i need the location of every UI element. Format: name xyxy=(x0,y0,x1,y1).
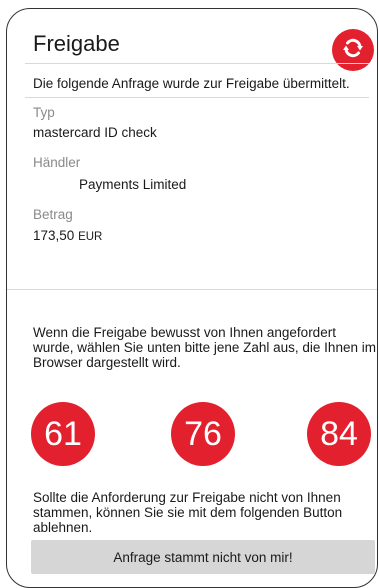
request-intro: Die folgende Anfrage wurde zur Freigabe … xyxy=(33,76,350,91)
intro-divider xyxy=(25,97,369,98)
number-button-2[interactable]: 76 xyxy=(171,402,235,466)
type-value: mastercard ID check xyxy=(33,125,157,140)
section-divider xyxy=(7,289,377,290)
amount-currency: EUR xyxy=(78,231,103,243)
merchant-value: Payments Limited xyxy=(79,177,187,192)
amount-label: Betrag xyxy=(33,207,73,222)
rejection-text: Sollte die Anforderung zur Freigabe nich… xyxy=(33,490,343,535)
refresh-button[interactable] xyxy=(332,29,374,71)
type-label: Typ xyxy=(33,105,55,120)
number-button-3[interactable]: 84 xyxy=(307,402,371,466)
amount-number: 173,50 xyxy=(33,228,75,243)
confirmation-instruction: Wenn die Freigabe bewusst von Ihnen ange… xyxy=(33,325,376,370)
page-title: Freigabe xyxy=(33,31,120,56)
header-divider xyxy=(25,63,369,64)
number-button-1[interactable]: 61 xyxy=(31,402,95,466)
merchant-label: Händler xyxy=(33,155,81,170)
amount-value: 173,50 EUR xyxy=(33,228,102,243)
refresh-icon xyxy=(341,36,365,65)
approval-card: Freigabe Die folgende Anfrage wurde zur … xyxy=(6,8,378,588)
reject-button[interactable]: Anfrage stammt nicht von mir! xyxy=(31,540,375,574)
